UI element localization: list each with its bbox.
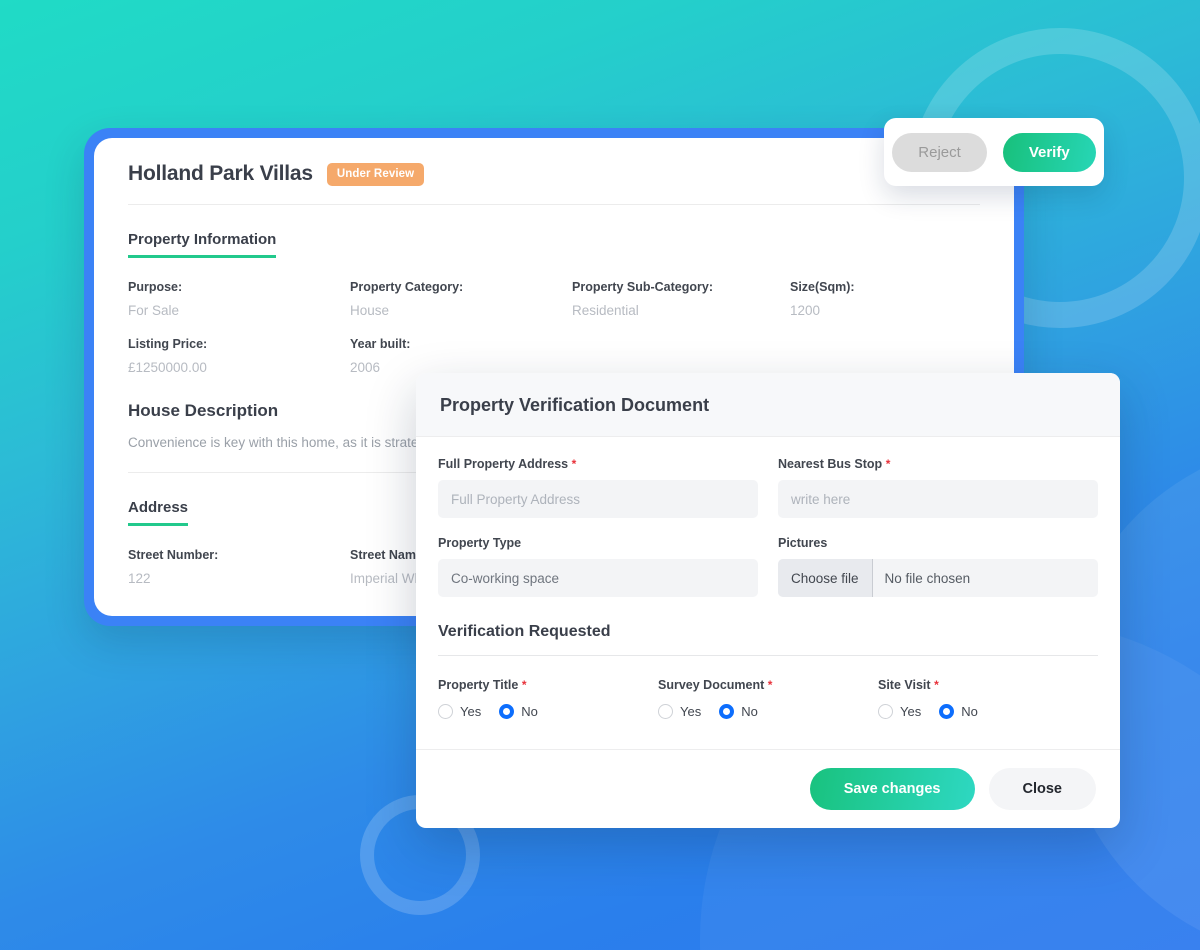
form-row-type-pictures: Property Type Co-working space Pictures … bbox=[438, 536, 1098, 603]
field-value: 1200 bbox=[790, 303, 821, 318]
radio-options: Yes No bbox=[878, 704, 1098, 719]
label-text: Site Visit bbox=[878, 678, 931, 692]
required-marker: * bbox=[934, 678, 939, 692]
radio-property-title-yes[interactable]: Yes bbox=[438, 704, 481, 719]
field-property-category: Property Category: House bbox=[350, 280, 572, 318]
radio-label: No bbox=[741, 704, 758, 719]
field-label: Property Category: bbox=[350, 280, 464, 294]
property-card-header: Holland Park Villas Under Review bbox=[128, 162, 980, 205]
form-row-addresses: Full Property Address * Nearest Bus Stop… bbox=[438, 457, 1098, 524]
radio-dot-selected bbox=[939, 704, 955, 719]
section-heading-verification-requested: Verification Requested bbox=[438, 623, 611, 640]
divider bbox=[438, 655, 1098, 656]
form-group-nearest-bus-stop: Nearest Bus Stop * bbox=[778, 457, 1098, 518]
save-changes-button[interactable]: Save changes bbox=[809, 768, 975, 810]
radio-label: Yes bbox=[900, 704, 922, 719]
property-verification-modal: Property Verification Document Full Prop… bbox=[416, 373, 1120, 828]
field-value: 122 bbox=[128, 571, 151, 586]
required-marker: * bbox=[767, 678, 773, 692]
field-value: For Sale bbox=[128, 303, 180, 318]
app-background: Holland Park Villas Under Review Propert… bbox=[0, 0, 1200, 950]
form-group-pictures: Pictures Choose file No file chosen bbox=[778, 536, 1098, 597]
field-label: Purpose: bbox=[128, 280, 183, 294]
modal-title: Property Verification Document bbox=[440, 395, 710, 415]
nearest-bus-stop-input[interactable] bbox=[778, 480, 1098, 518]
label-survey-document: Survey Document * bbox=[658, 678, 878, 692]
radio-options: Yes No bbox=[658, 704, 878, 719]
label-nearest-bus-stop: Nearest Bus Stop * bbox=[778, 457, 1098, 471]
field-year-built: Year built: 2006 bbox=[350, 337, 572, 375]
label-text: Nearest Bus Stop bbox=[778, 457, 883, 471]
label-property-type: Property Type bbox=[438, 536, 522, 550]
modal-header: Property Verification Document bbox=[416, 373, 1120, 437]
close-button[interactable]: Close bbox=[988, 768, 1096, 810]
full-property-address-input[interactable] bbox=[438, 480, 758, 518]
label-text: Full Property Address bbox=[438, 457, 569, 471]
modal-body: Full Property Address * Nearest Bus Stop… bbox=[416, 437, 1120, 749]
field-value: Residential bbox=[572, 303, 639, 318]
choose-file-button[interactable]: Choose file bbox=[778, 559, 873, 597]
field-value: House bbox=[350, 303, 390, 318]
label-text: Survey Document bbox=[658, 678, 765, 692]
required-marker: * bbox=[885, 457, 891, 471]
field-listing-price: Listing Price: £1250000.00 bbox=[128, 337, 350, 375]
status-badge: Under Review bbox=[326, 162, 425, 186]
field-property-sub-category: Property Sub-Category: Residential bbox=[572, 280, 790, 318]
radio-group-site-visit: Site Visit * Yes No bbox=[878, 678, 1098, 719]
radio-site-visit-no[interactable]: No bbox=[939, 704, 978, 719]
radio-label: No bbox=[521, 704, 538, 719]
radio-dot-selected bbox=[719, 704, 735, 719]
section-heading-address: Address bbox=[128, 499, 189, 526]
pictures-file-input[interactable]: Choose file No file chosen bbox=[778, 559, 1098, 597]
reject-button[interactable]: Reject bbox=[892, 132, 987, 172]
radio-label: Yes bbox=[460, 704, 482, 719]
radio-property-title-no[interactable]: No bbox=[499, 704, 538, 719]
radio-dot bbox=[878, 704, 893, 719]
field-label: Listing Price: bbox=[128, 337, 208, 351]
field-label: Street Number: bbox=[128, 548, 219, 562]
field-value: £1250000.00 bbox=[128, 360, 207, 375]
field-size-sqm: Size(Sqm): 1200 bbox=[790, 280, 980, 318]
verification-radio-groups: Property Title * Yes No Survey Document … bbox=[438, 678, 1098, 719]
radio-group-survey-document: Survey Document * Yes No bbox=[658, 678, 878, 719]
radio-label: Yes bbox=[680, 704, 702, 719]
radio-site-visit-yes[interactable]: Yes bbox=[878, 704, 921, 719]
radio-dot-selected bbox=[499, 704, 515, 719]
label-site-visit: Site Visit * bbox=[878, 678, 1098, 692]
label-full-property-address: Full Property Address * bbox=[438, 457, 758, 471]
field-label: Year built: bbox=[350, 337, 411, 351]
section-heading-property-information: Property Information bbox=[128, 231, 277, 258]
form-group-full-property-address: Full Property Address * bbox=[438, 457, 758, 518]
radio-dot bbox=[658, 704, 673, 719]
modal-footer: Save changes Close bbox=[416, 749, 1120, 828]
form-group-property-type: Property Type Co-working space bbox=[438, 536, 758, 597]
label-property-title: Property Title * bbox=[438, 678, 658, 692]
label-pictures: Pictures bbox=[778, 536, 828, 550]
field-label: Size(Sqm): bbox=[790, 280, 855, 294]
field-street-number: Street Number: 122 bbox=[128, 548, 350, 586]
radio-dot bbox=[438, 704, 453, 719]
page-title: Holland Park Villas bbox=[128, 162, 313, 185]
field-purpose: Purpose: For Sale bbox=[128, 280, 350, 318]
radio-label: No bbox=[961, 704, 978, 719]
verification-action-bar: Reject Verify bbox=[884, 118, 1104, 186]
section-heading-house-description: House Description bbox=[128, 401, 279, 420]
radio-options: Yes No bbox=[438, 704, 658, 719]
property-information-fields: Purpose: For Sale Property Category: Hou… bbox=[128, 280, 980, 375]
field-label: Property Sub-Category: bbox=[572, 280, 713, 294]
required-marker: * bbox=[571, 457, 577, 471]
property-type-value[interactable]: Co-working space bbox=[438, 559, 758, 597]
required-marker: * bbox=[521, 678, 527, 692]
radio-survey-document-no[interactable]: No bbox=[719, 704, 758, 719]
radio-group-property-title: Property Title * Yes No bbox=[438, 678, 658, 719]
label-text: Property Title bbox=[438, 678, 519, 692]
radio-survey-document-yes[interactable]: Yes bbox=[658, 704, 701, 719]
verify-button[interactable]: Verify bbox=[1002, 132, 1096, 172]
file-status-text: No file chosen bbox=[884, 570, 971, 586]
